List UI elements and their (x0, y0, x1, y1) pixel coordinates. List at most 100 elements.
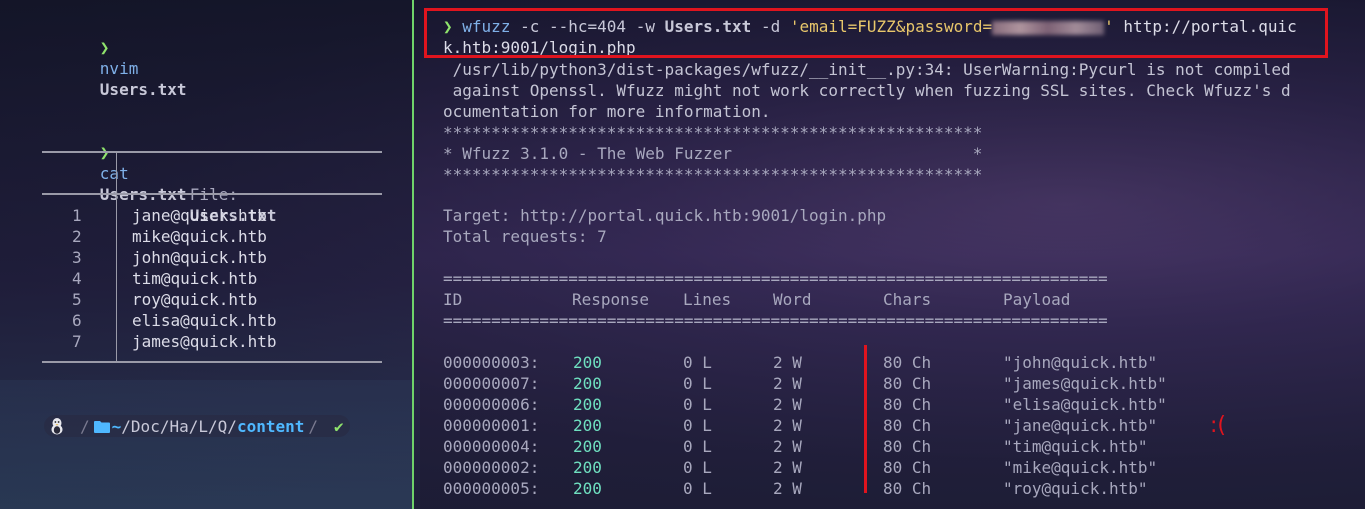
column-header-response: Response (572, 290, 650, 309)
cell-id: 000000006: (443, 395, 540, 414)
column-header-word: Word (773, 290, 812, 309)
path-part: Doc (130, 416, 160, 436)
cell-chars: 80 Ch (883, 353, 932, 372)
warning-line-1: /usr/lib/python3/dist-packages/wfuzz/__i… (443, 60, 1291, 79)
cell-id: 000000007: (443, 374, 540, 393)
list-item-text: tim@quick.htb (132, 269, 258, 288)
cell-chars: 80 Ch (883, 395, 932, 414)
cell-payload: "james@quick.htb" (1003, 374, 1167, 393)
cell-payload: "roy@quick.htb" (1003, 479, 1148, 498)
cell-word: 2 W (773, 437, 802, 456)
total-requests-line: Total requests: 7 (443, 227, 607, 246)
banner-line-3: ****************************************… (443, 165, 983, 184)
cell-payload: "john@quick.htb" (1003, 353, 1158, 372)
cell-id: 000000003: (443, 353, 540, 372)
cell-word: 2 W (773, 353, 802, 372)
bat-top-rule (42, 151, 382, 153)
banner-line-1: ****************************************… (443, 123, 983, 142)
cell-lines: 0 L (683, 395, 712, 414)
cat-command-line: ❯ cat Users.txt (42, 121, 187, 204)
cell-lines: 0 L (683, 479, 712, 498)
cell-chars: 80 Ch (883, 458, 932, 477)
cell-chars: 80 Ch (883, 479, 932, 498)
cell-id: 000000002: (443, 458, 540, 477)
list-item: 4 (72, 269, 82, 288)
list-item-text: elisa@quick.htb (132, 311, 277, 330)
column-header-id: ID (443, 290, 463, 309)
cell-payload: "mike@quick.htb" (1003, 458, 1158, 477)
command-argument: Users.txt (99, 80, 187, 99)
os-segment (44, 415, 70, 437)
linux-penguin-icon (50, 417, 64, 435)
command-program: cat (99, 164, 129, 183)
column-header-lines: Lines (683, 290, 732, 309)
path-part: Ha (169, 416, 189, 436)
list-item-text: jane@quick.htb (132, 206, 267, 225)
list-item-text: john@quick.htb (132, 248, 267, 267)
warning-line-2: against Openssl. Wfuzz might not work co… (443, 81, 1291, 100)
bat-gutter-separator (116, 193, 117, 361)
bat-bottom-rule (42, 361, 382, 363)
prompt-icon: ❯ (99, 38, 110, 57)
bat-file-header: File: Users.txt (132, 163, 277, 225)
cell-payload: "tim@quick.htb" (1003, 437, 1148, 456)
annotation-red-line (864, 345, 867, 493)
current-directory: content (236, 416, 305, 436)
cell-word: 2 W (773, 479, 802, 498)
terminal-window: ❯ nvim Users.txt ❯ cat Users.txt File: U… (0, 0, 1365, 509)
cell-chars: 80 Ch (883, 416, 932, 435)
cell-response: 200 (573, 437, 602, 456)
list-item-text: james@quick.htb (132, 332, 277, 351)
banner-line-2: * Wfuzz 3.1.0 - The Web Fuzzer * (443, 144, 983, 163)
cell-lines: 0 L (683, 437, 712, 456)
cell-id: 000000004: (443, 437, 540, 456)
left-terminal-pane[interactable]: ❯ nvim Users.txt ❯ cat Users.txt File: U… (0, 0, 412, 509)
command-program: nvim (99, 59, 139, 78)
path-part: L (198, 416, 209, 436)
cell-lines: 0 L (683, 416, 712, 435)
cell-response: 200 (573, 395, 602, 414)
list-item: 2 (72, 227, 82, 246)
list-item: 7 (72, 332, 82, 351)
command-highlight-box (424, 8, 1328, 58)
list-item: 6 (72, 311, 82, 330)
cell-id: 000000001: (443, 416, 540, 435)
cell-lines: 0 L (683, 353, 712, 372)
nvim-command-line: ❯ nvim Users.txt (42, 16, 187, 99)
home-dir: ~ (111, 416, 122, 436)
table-rule-bottom: ========================================… (443, 311, 1108, 330)
cell-word: 2 W (773, 395, 802, 414)
list-item-text: roy@quick.htb (132, 290, 258, 309)
status-segment: ✔ (328, 415, 350, 437)
bat-middle-rule (42, 193, 382, 195)
column-header-payload: Payload (1003, 290, 1071, 309)
cell-lines: 0 L (683, 374, 712, 393)
column-header-chars: Chars (883, 290, 932, 309)
sad-face-annotation: :( (1210, 413, 1226, 438)
folder-icon (93, 420, 110, 433)
bat-header-separator (116, 151, 117, 193)
warning-line-3: ocumentation for more information. (443, 102, 771, 121)
list-item: 5 (72, 290, 82, 309)
cell-chars: 80 Ch (883, 374, 932, 393)
cell-lines: 0 L (683, 458, 712, 477)
path-segment: / ~ / Doc / Ha / L / Q / content / (70, 415, 329, 437)
cell-response: 200 (573, 458, 602, 477)
cell-payload: "elisa@quick.htb" (1003, 395, 1167, 414)
cell-word: 2 W (773, 458, 802, 477)
cell-chars: 80 Ch (883, 437, 932, 456)
path-part: Q (217, 416, 228, 436)
shell-prompt-statusbar: / ~ / Doc / Ha / L / Q / content / ✔ (44, 414, 350, 438)
cell-word: 2 W (773, 374, 802, 393)
target-line: Target: http://portal.quick.htb:9001/log… (443, 206, 887, 225)
cell-word: 2 W (773, 416, 802, 435)
cell-id: 000000005: (443, 479, 540, 498)
cell-response: 200 (573, 374, 602, 393)
table-rule-top: ========================================… (443, 269, 1108, 288)
list-item-text: mike@quick.htb (132, 227, 267, 246)
cell-payload: "jane@quick.htb" (1003, 416, 1158, 435)
list-item: 3 (72, 248, 82, 267)
cell-response: 200 (573, 353, 602, 372)
check-icon: ✔ (334, 416, 344, 436)
cell-response: 200 (573, 479, 602, 498)
